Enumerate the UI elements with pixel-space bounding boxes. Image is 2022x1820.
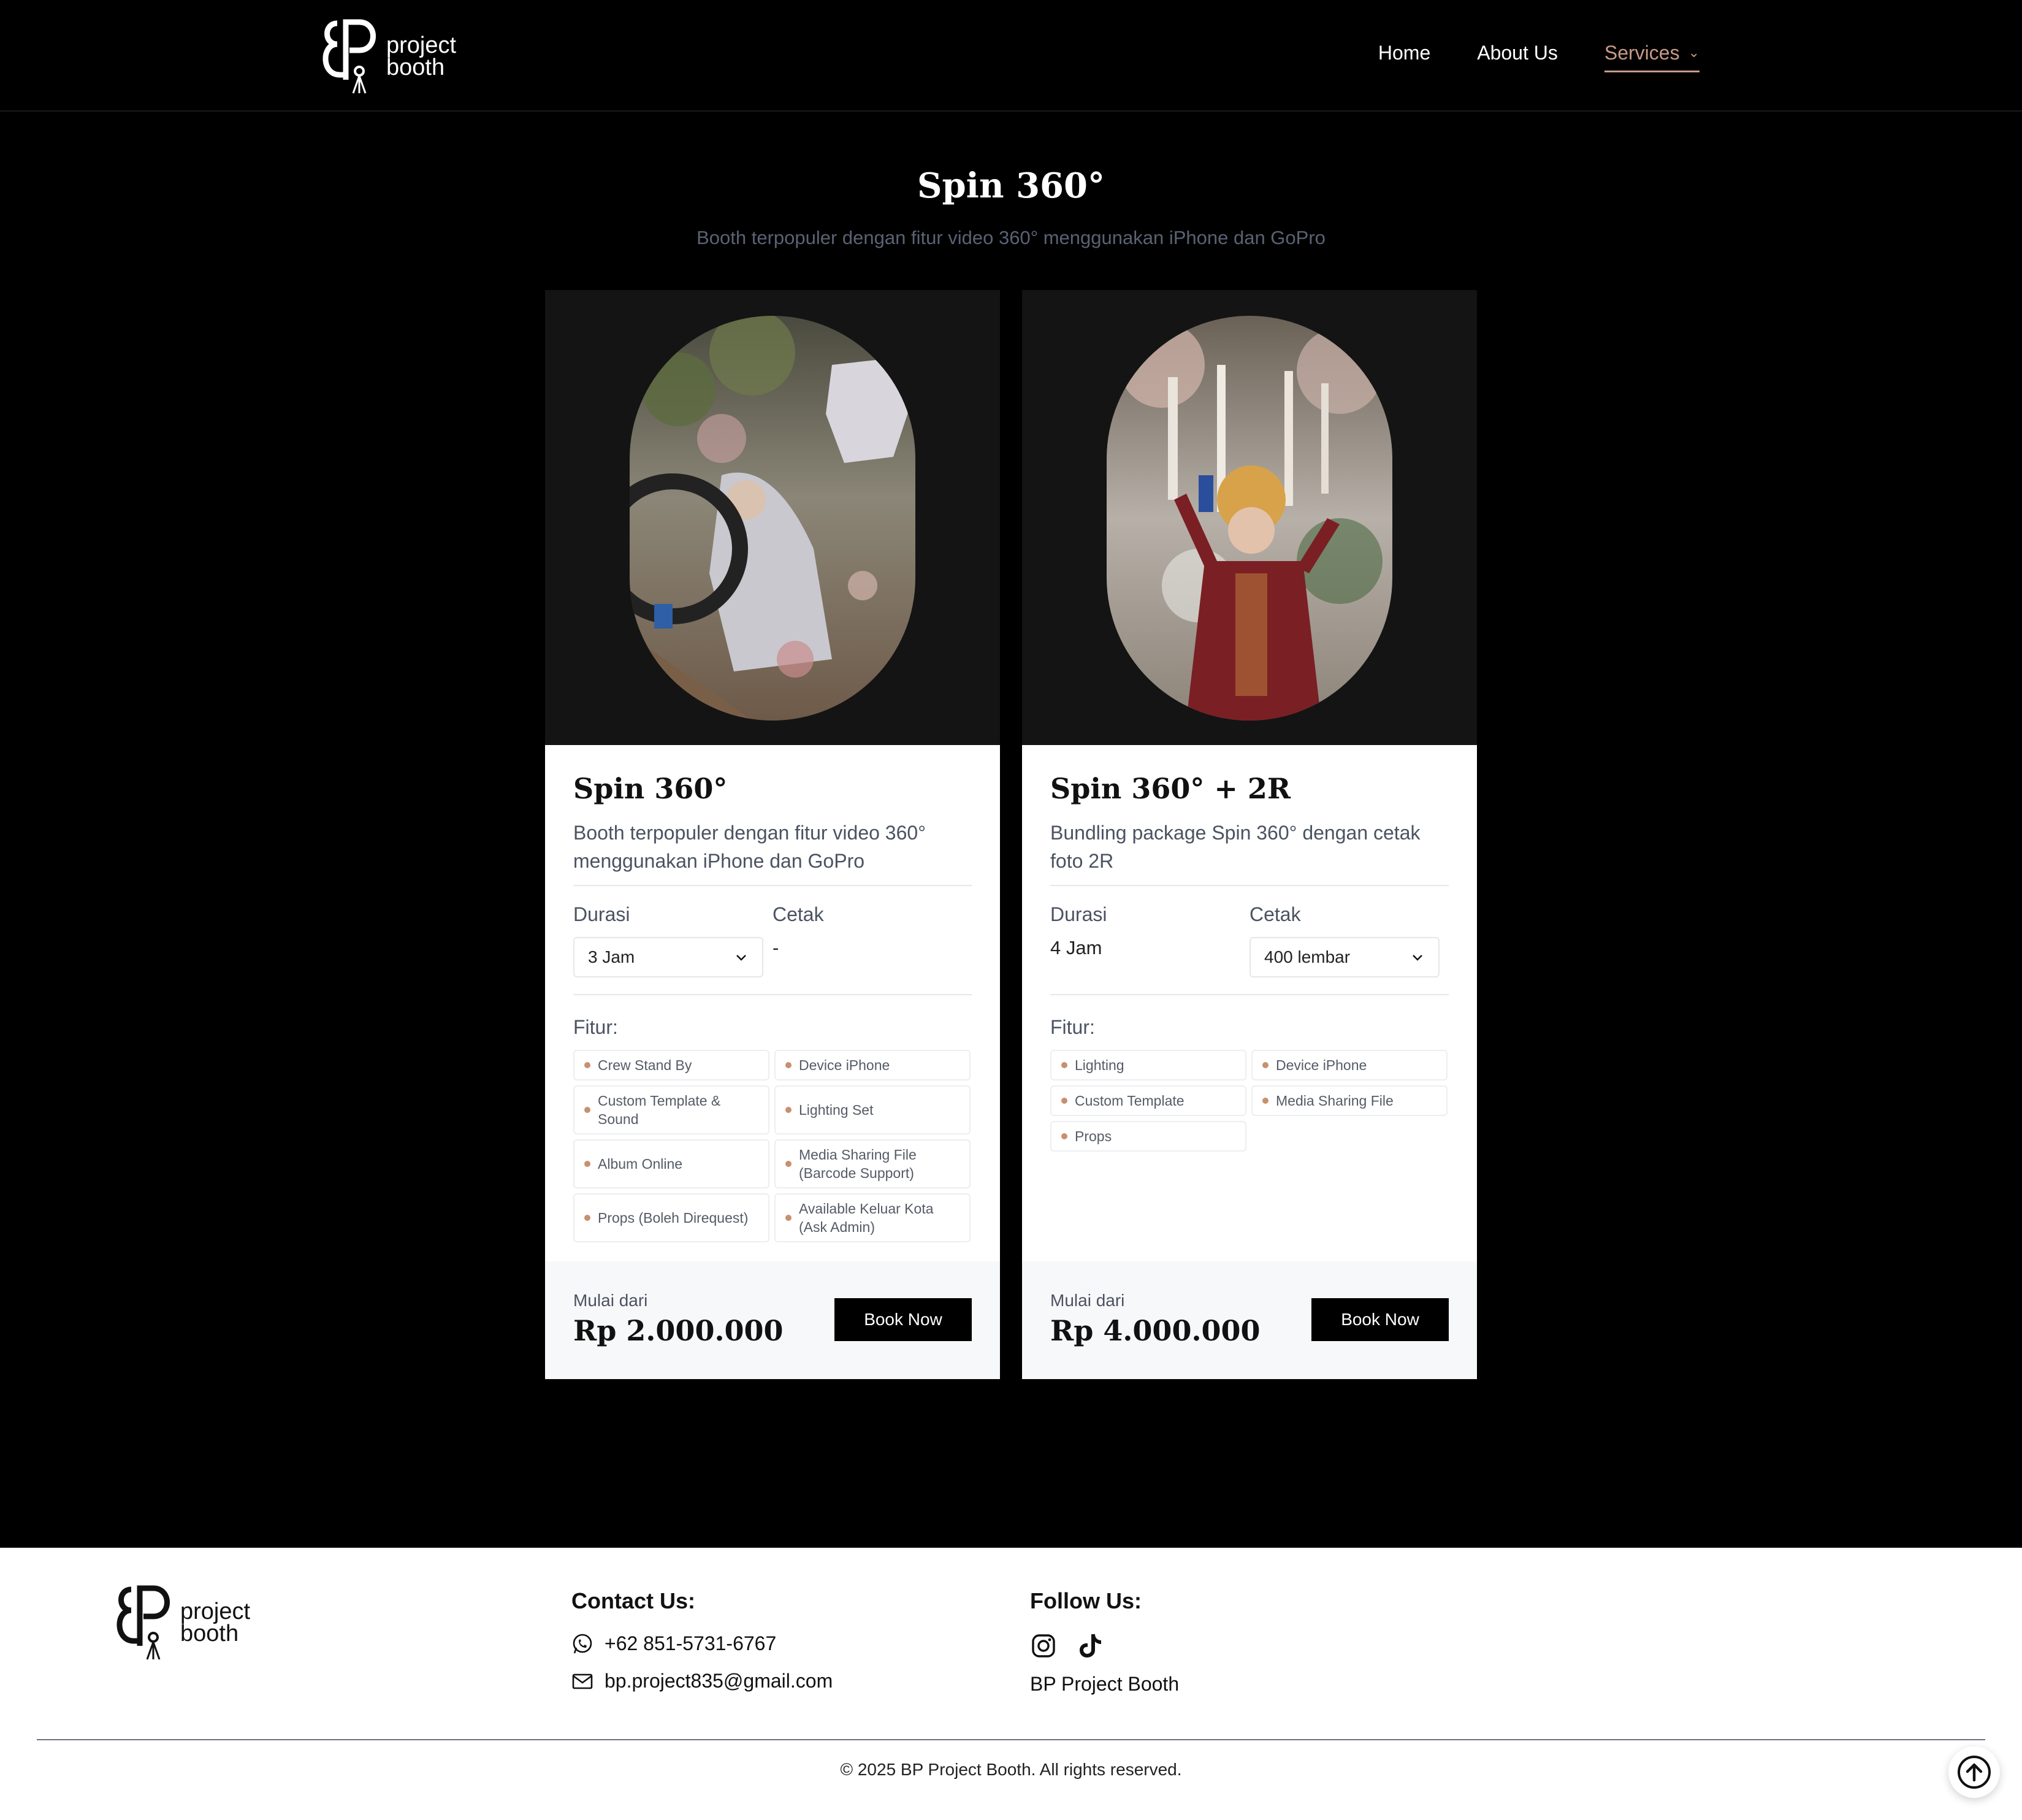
feature-item: Lighting — [1050, 1050, 1246, 1080]
follow-heading: Follow Us: — [1030, 1588, 1142, 1613]
feature-list: Lighting Device iPhone Custom Template M… — [1050, 1050, 1449, 1152]
mail-icon — [572, 1673, 593, 1689]
feature-item: Crew Stand By — [573, 1050, 769, 1080]
email-address: bp.project835@gmail.com — [605, 1670, 833, 1692]
cetak-label: Cetak — [1249, 903, 1301, 925]
page-subtitle: Booth terpopuler dengan fitur video 360°… — [696, 227, 1326, 248]
logo-mark-icon — [116, 1585, 170, 1660]
card-footer: Mulai dari Rp 2.000.000 Book Now — [545, 1261, 1000, 1379]
package-card-spin360: Spin 360° Booth terpopuler dengan fitur … — [545, 290, 1000, 1379]
scroll-to-top-button[interactable] — [1948, 1746, 2000, 1798]
card-options: Durasi 3 Jam Cetak - — [573, 903, 972, 995]
cetak-value: - — [773, 937, 779, 958]
card-media — [545, 290, 1000, 745]
contact-heading: Contact Us: — [571, 1588, 696, 1613]
cetak-select-value: 400 lembar — [1264, 947, 1351, 966]
nav-about-us[interactable]: About Us — [1477, 42, 1558, 72]
feature-item: Media Sharing File — [1251, 1085, 1448, 1116]
nav-services-label: Services — [1604, 42, 1680, 64]
card-media — [1022, 290, 1477, 745]
durasi-select-value: 3 Jam — [588, 947, 635, 966]
durasi-value: 4 Jam — [1050, 937, 1102, 958]
nav-home[interactable]: Home — [1378, 42, 1430, 72]
feature-item: Custom Template & Sound — [573, 1085, 769, 1134]
durasi-select[interactable]: 3 Jam — [573, 937, 763, 977]
card-footer: Mulai dari Rp 4.000.000 Book Now — [1022, 1261, 1477, 1379]
durasi-option: Durasi 3 Jam — [573, 903, 773, 994]
site-footer: project booth Contact Us: +62 851-5731-6… — [0, 1548, 2022, 1820]
phone-number: +62 851-5731-6767 — [605, 1632, 777, 1654]
tiktok-icon[interactable] — [1077, 1632, 1104, 1659]
feature-item: Device iPhone — [1251, 1050, 1448, 1080]
social-icons — [1030, 1632, 1179, 1659]
social-name: BP Project Booth — [1030, 1673, 1180, 1695]
chevron-down-icon: ⌄ — [1688, 45, 1700, 60]
footer-logo-text-line1: project — [180, 1599, 251, 1624]
logo-mark-icon — [322, 19, 376, 94]
feature-item: Props (Boleh Direquest) — [573, 1193, 769, 1242]
feature-list: Crew Stand By Device iPhone Custom Templ… — [573, 1050, 972, 1242]
package-photo — [630, 316, 915, 721]
card-body: Spin 360° + 2R Bundling package Spin 360… — [1022, 745, 1477, 1152]
book-now-button[interactable]: Book Now — [834, 1298, 972, 1341]
card-description: Booth terpopuler dengan fitur video 360°… — [573, 819, 972, 886]
footer-divider — [37, 1739, 1985, 1740]
chevron-down-icon — [1413, 955, 1422, 961]
nav-services[interactable]: Services ⌄ — [1604, 42, 1700, 72]
email-row[interactable]: bp.project835@gmail.com — [571, 1670, 833, 1692]
cetak-option: Cetak - — [773, 903, 972, 994]
logo-text-line2: booth — [386, 55, 445, 80]
follow-section: Follow Us: BP Project Booth — [1030, 1588, 1179, 1696]
durasi-option: Durasi 4 Jam — [1050, 903, 1249, 994]
instagram-icon[interactable] — [1030, 1632, 1057, 1659]
main-nav: Home About Us Services ⌄ — [1378, 42, 1700, 72]
feature-item: Custom Template — [1050, 1085, 1246, 1116]
package-card-spin360-2r: Spin 360° + 2R Bundling package Spin 360… — [1022, 290, 1477, 1379]
package-photo — [1107, 316, 1392, 721]
feature-item: Media Sharing File (Barcode Support) — [774, 1139, 971, 1188]
chevron-down-icon — [736, 955, 746, 961]
card-options: Durasi 4 Jam Cetak 400 lembar — [1050, 903, 1449, 995]
footer-logo-text-line2: booth — [180, 1621, 239, 1646]
logo-text-line1: project — [386, 32, 457, 58]
logo-text: project booth — [386, 32, 457, 80]
feature-item: Props — [1050, 1121, 1246, 1152]
card-body: Spin 360° Booth terpopuler dengan fitur … — [545, 745, 1000, 1242]
footer-logo-text: project booth — [180, 1600, 250, 1645]
feature-item: Album Online — [573, 1139, 769, 1188]
page-title: Spin 360° — [917, 166, 1105, 206]
whatsapp-icon — [573, 1634, 592, 1653]
arrow-up-icon — [1958, 1756, 1991, 1789]
card-title: Spin 360° — [573, 772, 728, 805]
cetak-option: Cetak 400 lembar — [1249, 903, 1449, 994]
feature-item: Device iPhone — [774, 1050, 971, 1080]
durasi-label: Durasi — [573, 903, 630, 925]
book-now-button[interactable]: Book Now — [1311, 1298, 1449, 1341]
cetak-label: Cetak — [773, 903, 824, 925]
footer-logo[interactable]: project booth — [113, 1585, 250, 1661]
feature-item: Available Keluar Kota (Ask Admin) — [774, 1193, 971, 1242]
contact-section: Contact Us: +62 851-5731-6767 bp.project… — [571, 1588, 833, 1692]
feature-item: Lighting Set — [774, 1085, 971, 1134]
phone-row[interactable]: +62 851-5731-6767 — [571, 1632, 833, 1655]
site-header: project booth Home About Us Services ⌄ — [0, 0, 2022, 112]
card-title: Spin 360° + 2R — [1050, 772, 1291, 805]
card-description: Bundling package Spin 360° dengan cetak … — [1050, 819, 1449, 886]
copyright: © 2025 BP Project Booth. All rights rese… — [840, 1760, 1182, 1779]
fitur-label: Fitur: — [1050, 1016, 1095, 1038]
cetak-select[interactable]: 400 lembar — [1249, 937, 1440, 977]
durasi-label: Durasi — [1050, 903, 1107, 925]
site-logo[interactable]: project booth — [319, 18, 466, 94]
fitur-label: Fitur: — [573, 1016, 618, 1038]
